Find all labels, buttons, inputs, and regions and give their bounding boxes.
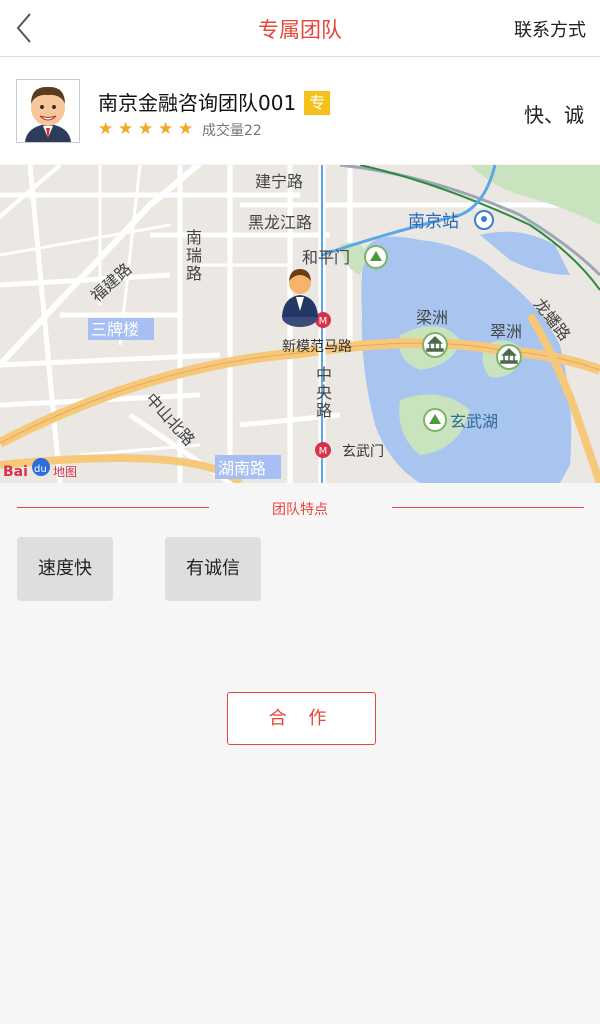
feature-tag: 有诚信	[165, 537, 261, 601]
cooperate-button[interactable]: 合 作	[227, 692, 376, 745]
park-icon	[423, 408, 447, 432]
star-icon: ★	[98, 119, 114, 139]
map-label: 新模范马路	[282, 338, 352, 355]
star-icon: ★	[178, 119, 194, 139]
museum-icon	[496, 344, 522, 370]
svg-text:地图: 地图	[53, 465, 77, 479]
map-label: 梁洲	[416, 308, 448, 327]
team-name: 南京金融咨询团队001 专	[98, 87, 331, 116]
star-icon: ★	[158, 119, 174, 139]
svg-text:M: M	[319, 446, 328, 457]
museum-icon	[422, 332, 448, 358]
deal-count: 成交量22	[202, 123, 262, 139]
map-label: 央	[316, 383, 332, 402]
star-icon: ★	[138, 119, 154, 139]
rating-stars: ★ ★ ★ ★ ★	[98, 119, 198, 139]
team-traits: 快、诚	[524, 103, 584, 127]
map-label: 三牌楼	[91, 320, 139, 339]
divider	[392, 507, 584, 508]
map-label: 翠洲	[490, 322, 522, 341]
features-title: 团队特点	[272, 502, 328, 518]
map-label: 建宁路	[255, 172, 303, 191]
map-label: 玄武门	[342, 443, 384, 460]
metro-icon: M	[315, 442, 331, 458]
team-card: 南京金融咨询团队001 专 ★ ★ ★ ★ ★ 成交量22 快、诚	[0, 57, 600, 164]
train-station-icon	[474, 210, 494, 230]
location-map[interactable]: M M 建宁路 黑龙江路 南 瑞 路 福建路 和平门 三牌楼 梁洲 翠洲 龙蟠路…	[0, 165, 600, 483]
map-canvas: M M 建宁路 黑龙江路 南 瑞 路 福建路 和平门 三牌楼 梁洲 翠洲 龙蟠路…	[0, 165, 600, 483]
map-label: 中	[316, 365, 332, 384]
feature-tag: 速度快	[17, 537, 113, 601]
map-label: 玄武湖	[450, 412, 498, 431]
map-label: 瑞	[186, 246, 202, 265]
map-label: 南	[186, 228, 202, 247]
map-label: 和平门	[302, 248, 350, 267]
contact-button[interactable]: 联系方式	[514, 16, 586, 42]
header-bar: 专属团队 联系方式	[0, 0, 600, 57]
features-header: 团队特点	[0, 496, 600, 522]
exclusive-badge: 专	[304, 91, 331, 115]
svg-text:M: M	[319, 316, 328, 327]
map-label: 湖南路	[218, 459, 266, 478]
park-icon	[364, 245, 388, 269]
map-label: 路	[186, 264, 202, 283]
map-label: 黑龙江路	[248, 213, 312, 232]
star-icon: ★	[118, 119, 134, 139]
map-label: 路	[316, 401, 332, 420]
page-title: 专属团队	[258, 18, 342, 42]
team-name-text: 南京金融咨询团队001	[98, 91, 297, 115]
svg-text:du: du	[34, 464, 47, 475]
map-label: 南京站	[408, 212, 459, 232]
avatar	[16, 79, 80, 143]
svg-text:Bai: Bai	[3, 464, 28, 480]
